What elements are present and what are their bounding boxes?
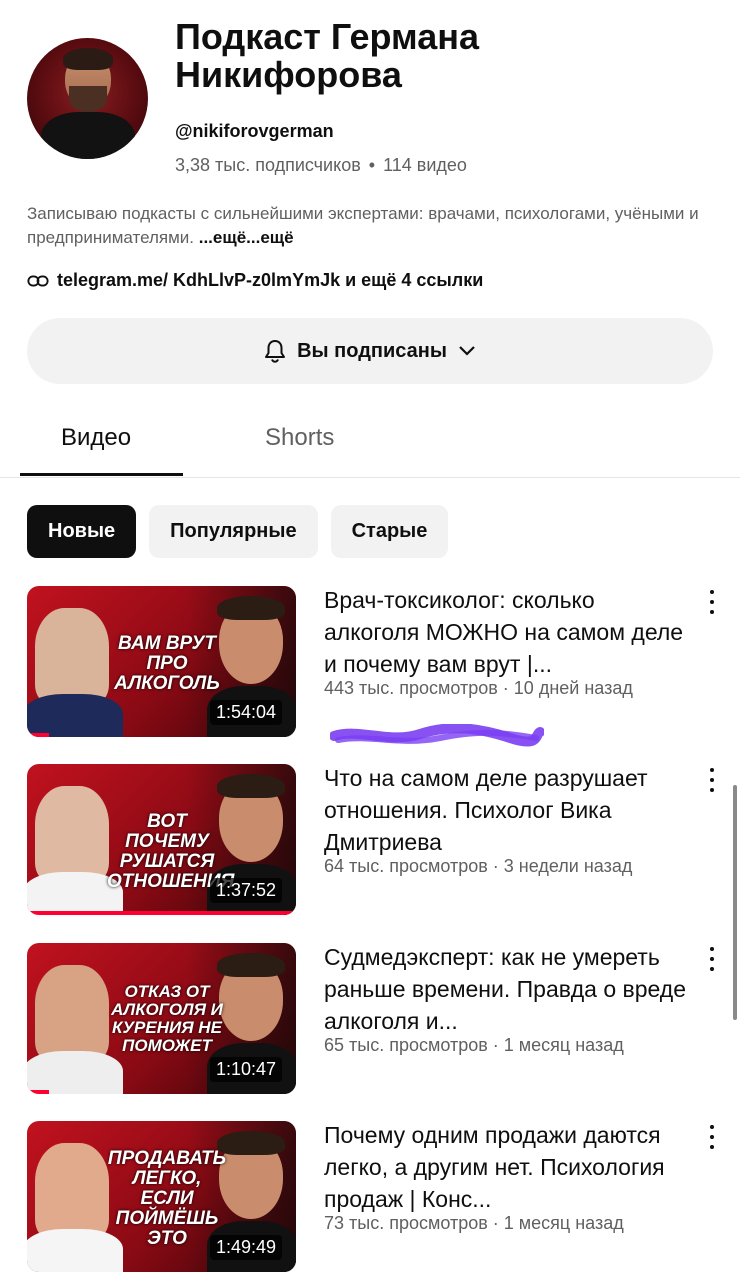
scrollbar[interactable] — [733, 785, 737, 1020]
thumbnail-host-hair — [217, 953, 285, 977]
video-thumbnail[interactable]: ВОТ ПОЧЕМУ РУШАТСЯ ОТНОШЕНИЯ 1:37:52 — [27, 764, 296, 915]
thumbnail-host-hair — [217, 774, 285, 798]
video-meta: 64 тыс. просмотров · 3 недели назад — [324, 856, 633, 876]
more-vert-icon[interactable] — [705, 768, 719, 792]
video-duration: 1:54:04 — [209, 700, 282, 725]
sort-chips: Новые Популярные Старые — [27, 505, 449, 558]
description-text: Записываю подкасты с сильнейшими эксперт… — [27, 204, 699, 247]
subscribed-label: Вы подписаны — [297, 339, 447, 362]
video-duration: 1:49:49 — [209, 1235, 282, 1260]
more-vert-icon[interactable] — [705, 947, 719, 971]
watch-progress — [27, 733, 49, 737]
video-meta: 443 тыс. просмотров · 10 дней назад — [324, 678, 633, 698]
watch-progress — [27, 1090, 49, 1094]
tab-shorts[interactable]: Shorts — [265, 424, 334, 452]
avatar-beard — [69, 86, 107, 112]
video-title[interactable]: Почему одним продажи даются легко, а дру… — [324, 1119, 694, 1215]
links-text: telegram.me/ KdhLlvP-z0lmYmJk и ещё 4 сс… — [57, 270, 484, 290]
video-title[interactable]: Судмедэксперт: как не умереть раньше вре… — [324, 941, 694, 1037]
scribble-mark — [330, 724, 544, 747]
thumbnail-guest-body — [27, 694, 123, 737]
channel-links[interactable]: telegram.me/ KdhLlvP-z0lmYmJk и ещё 4 сс… — [27, 270, 483, 291]
description-more-button[interactable]: ...ещё...ещё — [199, 228, 294, 247]
link-icon — [27, 275, 49, 286]
avatar-body — [41, 112, 135, 159]
subscribed-button[interactable]: Вы подписаны — [27, 318, 713, 384]
channel-title: Подкаст Германа Никифорова — [175, 16, 479, 95]
video-item[interactable]: ВАМ ВРУТ ПРО АЛКОГОЛЬ 1:54:04 Врач-токси… — [27, 586, 727, 738]
chip-oldest[interactable]: Старые — [330, 505, 449, 558]
channel-description[interactable]: Записываю подкасты с сильнейшими эксперт… — [27, 202, 717, 250]
video-count: 114 видео — [383, 155, 467, 175]
active-tab-indicator — [20, 473, 183, 476]
thumbnail-guest — [35, 786, 109, 882]
chip-popular[interactable]: Популярные — [149, 505, 318, 558]
video-meta: 65 тыс. просмотров · 1 месяц назад — [324, 1035, 624, 1055]
thumbnail-guest — [35, 608, 109, 704]
video-meta: 73 тыс. просмотров · 1 месяц назад — [324, 1213, 624, 1233]
bell-icon — [265, 340, 286, 363]
thumbnail-text: ОТКАЗ ОТ АЛКОГОЛЯ И КУРЕНИЯ НЕ ПОМОЖЕТ — [111, 982, 223, 1055]
channel-tabs: Видео Shorts — [0, 400, 740, 478]
video-title[interactable]: Что на самом деле разрушает отношения. П… — [324, 762, 694, 858]
channel-handle: @nikiforovgerman — [175, 121, 334, 141]
chip-newest[interactable]: Новые — [27, 505, 137, 558]
thumbnail-text: ВОТ ПОЧЕМУ РУШАТСЯ ОТНОШЕНИЯ — [107, 811, 235, 892]
thumbnail-host-hair — [217, 1131, 285, 1155]
video-duration: 1:37:52 — [209, 878, 282, 903]
more-vert-icon[interactable] — [705, 1125, 719, 1149]
video-thumbnail[interactable]: ПРОДАВАТЬ ЛЕГКО, ЕСЛИ ПОЙМЁШЬ ЭТО 1:49:4… — [27, 1121, 296, 1272]
thumbnail-text: ПРОДАВАТЬ ЛЕГКО, ЕСЛИ ПОЙМЁШЬ ЭТО — [107, 1148, 227, 1249]
video-thumbnail[interactable]: ВАМ ВРУТ ПРО АЛКОГОЛЬ 1:54:04 — [27, 586, 296, 737]
video-thumbnail[interactable]: ОТКАЗ ОТ АЛКОГОЛЯ И КУРЕНИЯ НЕ ПОМОЖЕТ 1… — [27, 943, 296, 1094]
thumbnail-guest — [35, 965, 109, 1061]
thumbnail-text: ВАМ ВРУТ ПРО АЛКОГОЛЬ — [114, 633, 220, 694]
avatar-hair — [63, 48, 113, 70]
video-item[interactable]: ПРОДАВАТЬ ЛЕГКО, ЕСЛИ ПОЙМЁШЬ ЭТО 1:49:4… — [27, 1121, 727, 1273]
thumbnail-guest — [35, 1143, 109, 1239]
video-title[interactable]: Врач-токсиколог: сколько алкоголя МОЖНО … — [324, 584, 694, 680]
tab-videos[interactable]: Видео — [61, 424, 131, 452]
watch-progress — [27, 911, 296, 915]
thumbnail-guest-body — [27, 1051, 123, 1094]
video-item[interactable]: ВОТ ПОЧЕМУ РУШАТСЯ ОТНОШЕНИЯ 1:37:52 Что… — [27, 764, 727, 916]
video-item[interactable]: ОТКАЗ ОТ АЛКОГОЛЯ И КУРЕНИЯ НЕ ПОМОЖЕТ 1… — [27, 943, 727, 1095]
stats-separator: • — [368, 155, 376, 175]
more-vert-icon[interactable] — [705, 590, 719, 614]
thumbnail-host-hair — [217, 596, 285, 620]
subscriber-count: 3,38 тыс. подписчиков — [175, 155, 361, 175]
video-duration: 1:10:47 — [209, 1057, 282, 1082]
chevron-down-icon — [459, 346, 475, 356]
channel-avatar[interactable] — [27, 38, 148, 159]
channel-stats: 3,38 тыс. подписчиков • 114 видео — [175, 155, 467, 176]
